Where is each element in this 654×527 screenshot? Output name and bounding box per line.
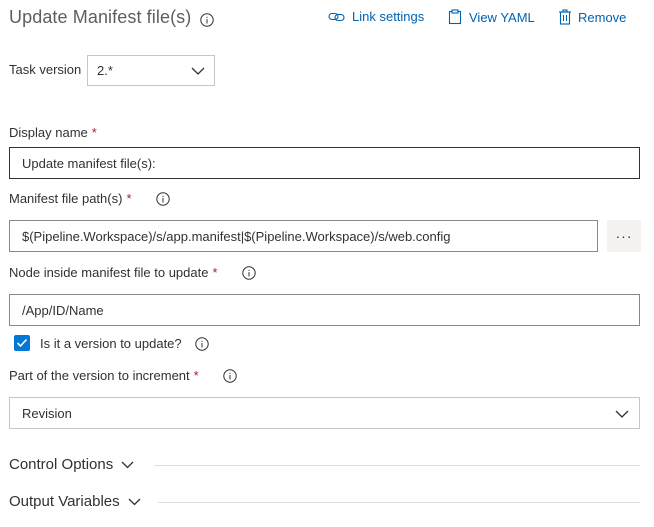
trash-icon (558, 9, 572, 25)
info-icon[interactable] (241, 265, 256, 280)
manifest-path-value: $(Pipeline.Workspace)/s/app.manifest|$(P… (22, 228, 451, 244)
version-part-label: Part of the version to increment * (9, 368, 237, 383)
browse-button[interactable]: ··· (607, 220, 641, 252)
link-icon (328, 10, 346, 24)
info-icon[interactable] (155, 191, 170, 206)
manifest-path-label: Manifest file path(s) * (9, 191, 170, 206)
chevron-down-icon (191, 63, 205, 78)
manifest-path-label-text: Manifest file path(s) (9, 191, 123, 206)
output-variables-header[interactable]: Output Variables (9, 493, 141, 510)
required-marker: * (193, 368, 199, 383)
ellipsis-icon: ··· (615, 228, 633, 244)
display-name-label-text: Display name (9, 125, 88, 140)
version-part-select[interactable]: Revision (9, 397, 640, 429)
task-version-label: Task version (9, 62, 81, 77)
control-options-header[interactable]: Control Options (9, 456, 134, 473)
version-part-value: Revision (22, 405, 72, 421)
section-divider (154, 465, 640, 466)
info-icon[interactable] (194, 336, 209, 351)
is-version-label: Is it a version to update? (40, 336, 209, 351)
is-version-label-text: Is it a version to update? (40, 336, 182, 351)
task-version-label-text: Task version (9, 62, 82, 77)
display-name-label: Display name * (9, 125, 97, 140)
manifest-path-input[interactable]: $(Pipeline.Workspace)/s/app.manifest|$(P… (9, 220, 598, 252)
view-yaml-label: View YAML (469, 9, 535, 25)
version-part-label-text: Part of the version to increment (9, 368, 190, 383)
clipboard-icon (447, 9, 463, 25)
chevron-down-icon (113, 456, 134, 473)
chevron-down-icon (120, 493, 141, 510)
is-version-checkbox[interactable] (14, 335, 30, 351)
output-variables-label: Output Variables (9, 493, 120, 510)
required-marker: * (91, 125, 97, 140)
node-input[interactable]: /App/ID/Name (9, 294, 640, 326)
link-settings-label: Link settings (352, 9, 425, 24)
control-options-label: Control Options (9, 456, 114, 473)
page-title-text: Update Manifest file(s) (9, 7, 192, 27)
task-version-select[interactable]: 2.* (87, 55, 215, 86)
node-label: Node inside manifest file to update * (9, 265, 256, 280)
remove-button[interactable]: Remove (558, 9, 626, 25)
checkmark-icon (16, 338, 28, 348)
section-divider (158, 502, 640, 503)
display-name-input[interactable]: Update manifest file(s): (9, 147, 640, 179)
info-icon[interactable] (200, 13, 214, 27)
chevron-down-icon (615, 406, 629, 421)
node-value: /App/ID/Name (22, 302, 104, 318)
task-version-value: 2.* (97, 63, 113, 78)
link-settings-button[interactable]: Link settings (328, 9, 424, 24)
required-marker: * (212, 265, 218, 280)
info-icon[interactable] (223, 368, 237, 383)
view-yaml-button[interactable]: View YAML (447, 9, 535, 25)
display-name-value: Update manifest file(s): (22, 155, 156, 171)
node-label-text: Node inside manifest file to update (9, 265, 209, 280)
required-marker: * (126, 191, 132, 206)
remove-label: Remove (578, 9, 627, 25)
page-title: Update Manifest file(s) (9, 7, 191, 28)
